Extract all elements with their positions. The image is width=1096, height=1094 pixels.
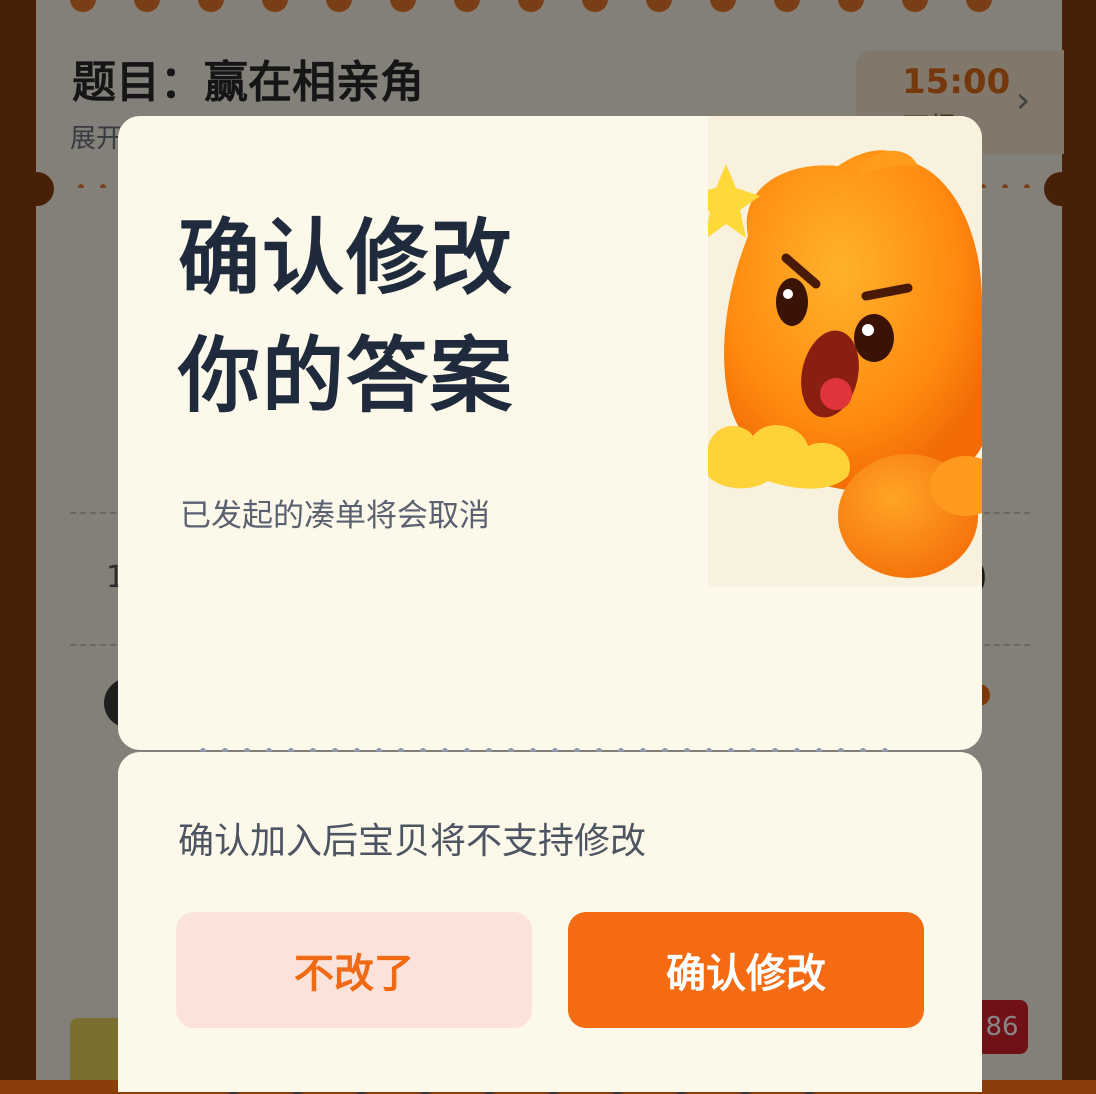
confirm-modify-button[interactable]: 确认修改 [568, 912, 924, 1028]
mascot-panel [690, 116, 982, 586]
confirm-modal-footer: 确认加入后宝贝将不支持修改 不改了 确认修改 [118, 752, 982, 1092]
modal-title-line1: 确认修改 [178, 211, 515, 306]
modal-title-line2: 你的答案 [178, 329, 515, 424]
modal-title: 确认修改 你的答案 [178, 200, 618, 436]
cancel-button[interactable]: 不改了 [176, 912, 532, 1028]
angry-orange-mascot-icon [690, 150, 982, 578]
confirm-modal: 确认修改 你的答案 已发起的凑单将会取消 [118, 116, 982, 750]
modal-notice: 确认加入后宝贝将不支持修改 [178, 821, 647, 862]
modal-description: 已发起的凑单将会取消 [180, 498, 490, 534]
